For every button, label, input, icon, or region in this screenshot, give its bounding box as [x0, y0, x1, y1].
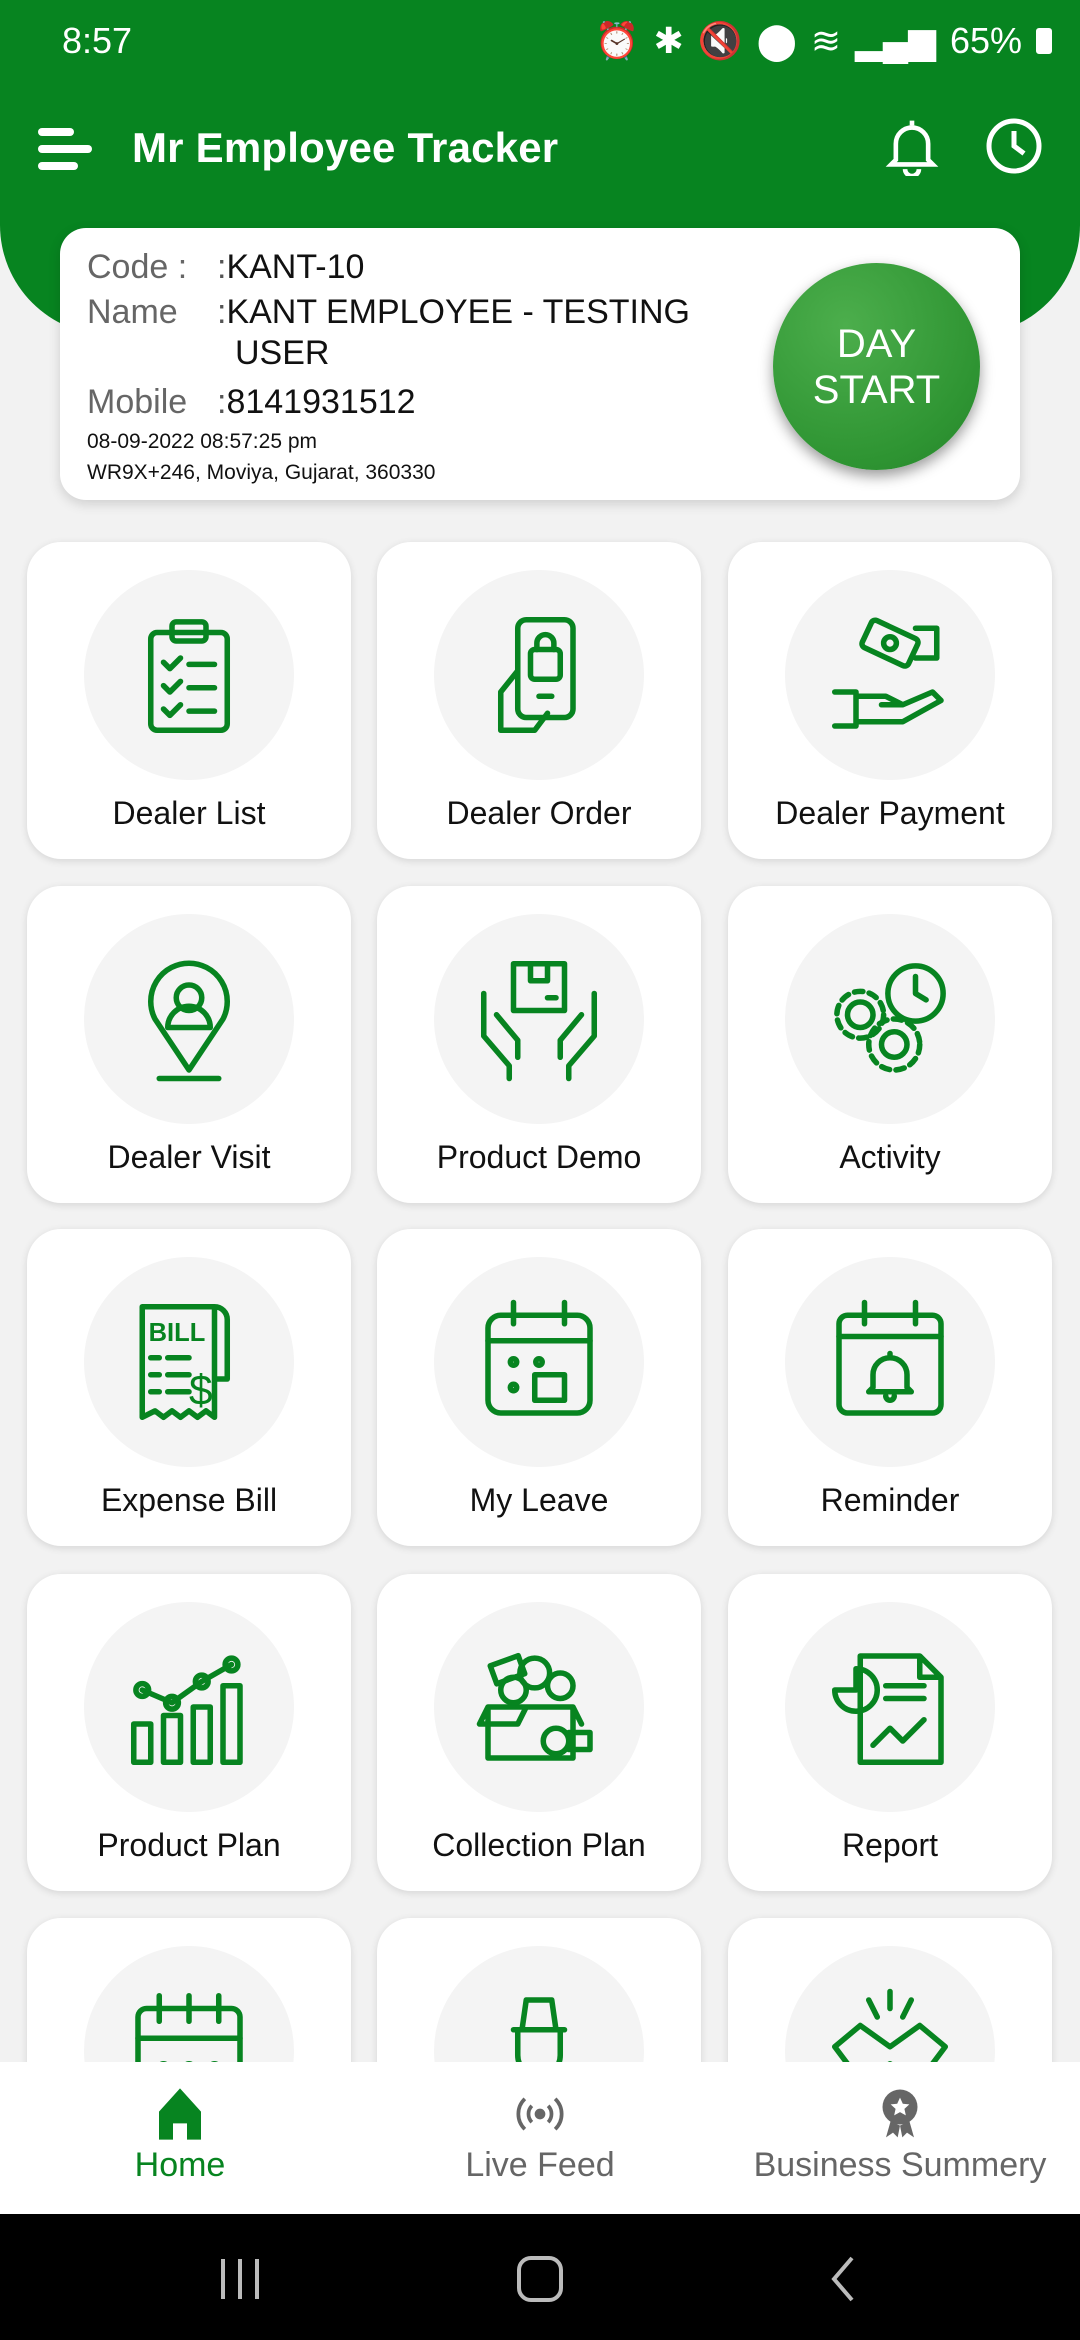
- tile-label: Report: [841, 1827, 939, 1863]
- bar-chart-trend-icon: [130, 1655, 243, 1766]
- home-button-icon[interactable]: [515, 2254, 565, 2304]
- tile-activity[interactable]: Activity: [728, 886, 1052, 1203]
- bell-icon[interactable]: [884, 116, 940, 176]
- tile-label: Product Demo: [436, 1139, 642, 1175]
- tile-label: Activity: [839, 1139, 941, 1175]
- tile-expense-bill[interactable]: BILL $ Expense Bill: [27, 1229, 351, 1546]
- tile-label: Dealer Visit: [107, 1139, 271, 1175]
- icon-background: [84, 570, 294, 780]
- tile-dealer-payment[interactable]: Dealer Payment: [728, 542, 1052, 859]
- icon-background: [785, 914, 995, 1124]
- address: WR9X+246, Moviya, Gujarat, 360330: [87, 461, 436, 484]
- award-badge-icon: [882, 2089, 918, 2138]
- svg-text:$: $: [189, 1368, 213, 1415]
- nav-business-summary[interactable]: Business Summery: [720, 2062, 1080, 2214]
- signal-icon: ▂▄▆: [855, 20, 936, 61]
- report-document-icon: [831, 1653, 944, 1766]
- icon-background: [434, 570, 644, 780]
- calendar-square-icon: [485, 1299, 593, 1416]
- recent-apps-icon[interactable]: [215, 2257, 265, 2301]
- icon-background: [434, 1602, 644, 1812]
- alarm-icon: ⏰: [594, 20, 640, 61]
- mobile-label: Mobile: [87, 383, 188, 421]
- tile-my-leave[interactable]: My Leave: [377, 1229, 701, 1546]
- phone-shopping-bag-icon: [497, 616, 576, 734]
- tile-label: Dealer Order: [446, 795, 632, 831]
- battery-icon: [1036, 28, 1052, 54]
- nav-business-summary-label: Business Summery: [753, 2146, 1047, 2184]
- mobile-row: Mobile:8141931512: [87, 383, 416, 422]
- tile-report[interactable]: Report: [728, 1574, 1052, 1891]
- tile-label: Product Plan: [97, 1827, 281, 1863]
- name-row: Name:KANT EMPLOYEE - TESTING: [87, 293, 690, 332]
- icon-background: BILL $: [84, 1257, 294, 1467]
- back-icon[interactable]: [828, 2254, 858, 2304]
- mobile-value: 8141931512: [226, 383, 416, 421]
- code-label: Code :: [87, 248, 188, 286]
- location-icon: ⬤: [756, 20, 797, 61]
- bluetooth-icon: ✱: [653, 20, 684, 61]
- nav-live-feed[interactable]: Live Feed: [360, 2062, 720, 2214]
- tile-product-plan[interactable]: Product Plan: [27, 1574, 351, 1891]
- hands-box-icon: [480, 960, 598, 1082]
- broadcast-icon: [516, 2097, 564, 2131]
- battery-percent: 65%: [949, 20, 1022, 61]
- code-row: Code ::KANT-10: [87, 248, 364, 287]
- money-box-icon: [476, 1652, 593, 1761]
- bill-receipt-icon: BILL $: [139, 1303, 231, 1421]
- icon-background: [785, 1257, 995, 1467]
- gears-clock-icon: [834, 963, 946, 1073]
- name-value-line2: USER: [235, 334, 330, 372]
- nav-home[interactable]: Home: [0, 2062, 360, 2214]
- app-title: Mr Employee Tracker: [132, 124, 559, 171]
- day-start-label-1: DAY: [836, 321, 917, 366]
- datetime: 08-09-2022 08:57:25 pm: [87, 430, 318, 453]
- svg-text:BILL: BILL: [149, 1319, 206, 1347]
- icon-background: [84, 1602, 294, 1812]
- status-bar: 8:57 ⏰ ✱ 🔇 ⬤ ≋ ▂▄▆ 65%: [0, 0, 1080, 80]
- mute-icon: 🔇: [697, 20, 743, 61]
- tile-label: My Leave: [469, 1482, 609, 1518]
- icon-background: [434, 914, 644, 1124]
- icon-background: [434, 1257, 644, 1467]
- history-clock-icon[interactable]: [984, 116, 1044, 176]
- calendar-bell-icon: [836, 1299, 944, 1416]
- tile-label: Reminder: [820, 1482, 960, 1518]
- icon-background: [785, 1602, 995, 1812]
- name-label: Name: [87, 293, 178, 331]
- tile-collection-plan[interactable]: Collection Plan: [377, 1574, 701, 1891]
- name-value: KANT EMPLOYEE - TESTING: [226, 293, 690, 331]
- tile-product-demo[interactable]: Product Demo: [377, 886, 701, 1203]
- tile-dealer-list[interactable]: Dealer List: [27, 542, 351, 859]
- tile-dealer-order[interactable]: Dealer Order: [377, 542, 701, 859]
- home-icon: [159, 2088, 201, 2140]
- status-time: 8:57: [62, 20, 133, 61]
- day-start-label-2: START: [812, 367, 941, 412]
- day-start-button[interactable]: DAY START: [773, 263, 980, 470]
- tile-dealer-visit[interactable]: Dealer Visit: [27, 886, 351, 1203]
- icon-background: [84, 914, 294, 1124]
- bottom-nav: Home Live Feed Business Summery: [0, 2062, 1080, 2214]
- tile-reminder[interactable]: Reminder: [728, 1229, 1052, 1546]
- system-navigation-bar: [0, 2214, 1080, 2340]
- location-pin-user-icon: [148, 960, 230, 1082]
- tile-label: Expense Bill: [100, 1482, 278, 1518]
- clipboard-checklist-icon: [147, 619, 231, 734]
- tile-label: Collection Plan: [432, 1827, 646, 1863]
- tile-label: Dealer Payment: [775, 795, 1005, 831]
- hand-money-icon: [831, 617, 944, 729]
- tile-label: Dealer List: [112, 795, 266, 831]
- menu-icon[interactable]: [38, 124, 94, 174]
- nav-live-feed-label: Live Feed: [465, 2146, 615, 2184]
- code-value: KANT-10: [226, 248, 365, 286]
- icon-background: [785, 570, 995, 780]
- wifi-icon: ≋: [810, 20, 842, 61]
- employee-info-card: Code ::KANT-10 Name:KANT EMPLOYEE - TEST…: [60, 228, 1020, 500]
- nav-home-label: Home: [134, 2146, 226, 2184]
- app-bar: Mr Employee Tracker: [0, 110, 1080, 190]
